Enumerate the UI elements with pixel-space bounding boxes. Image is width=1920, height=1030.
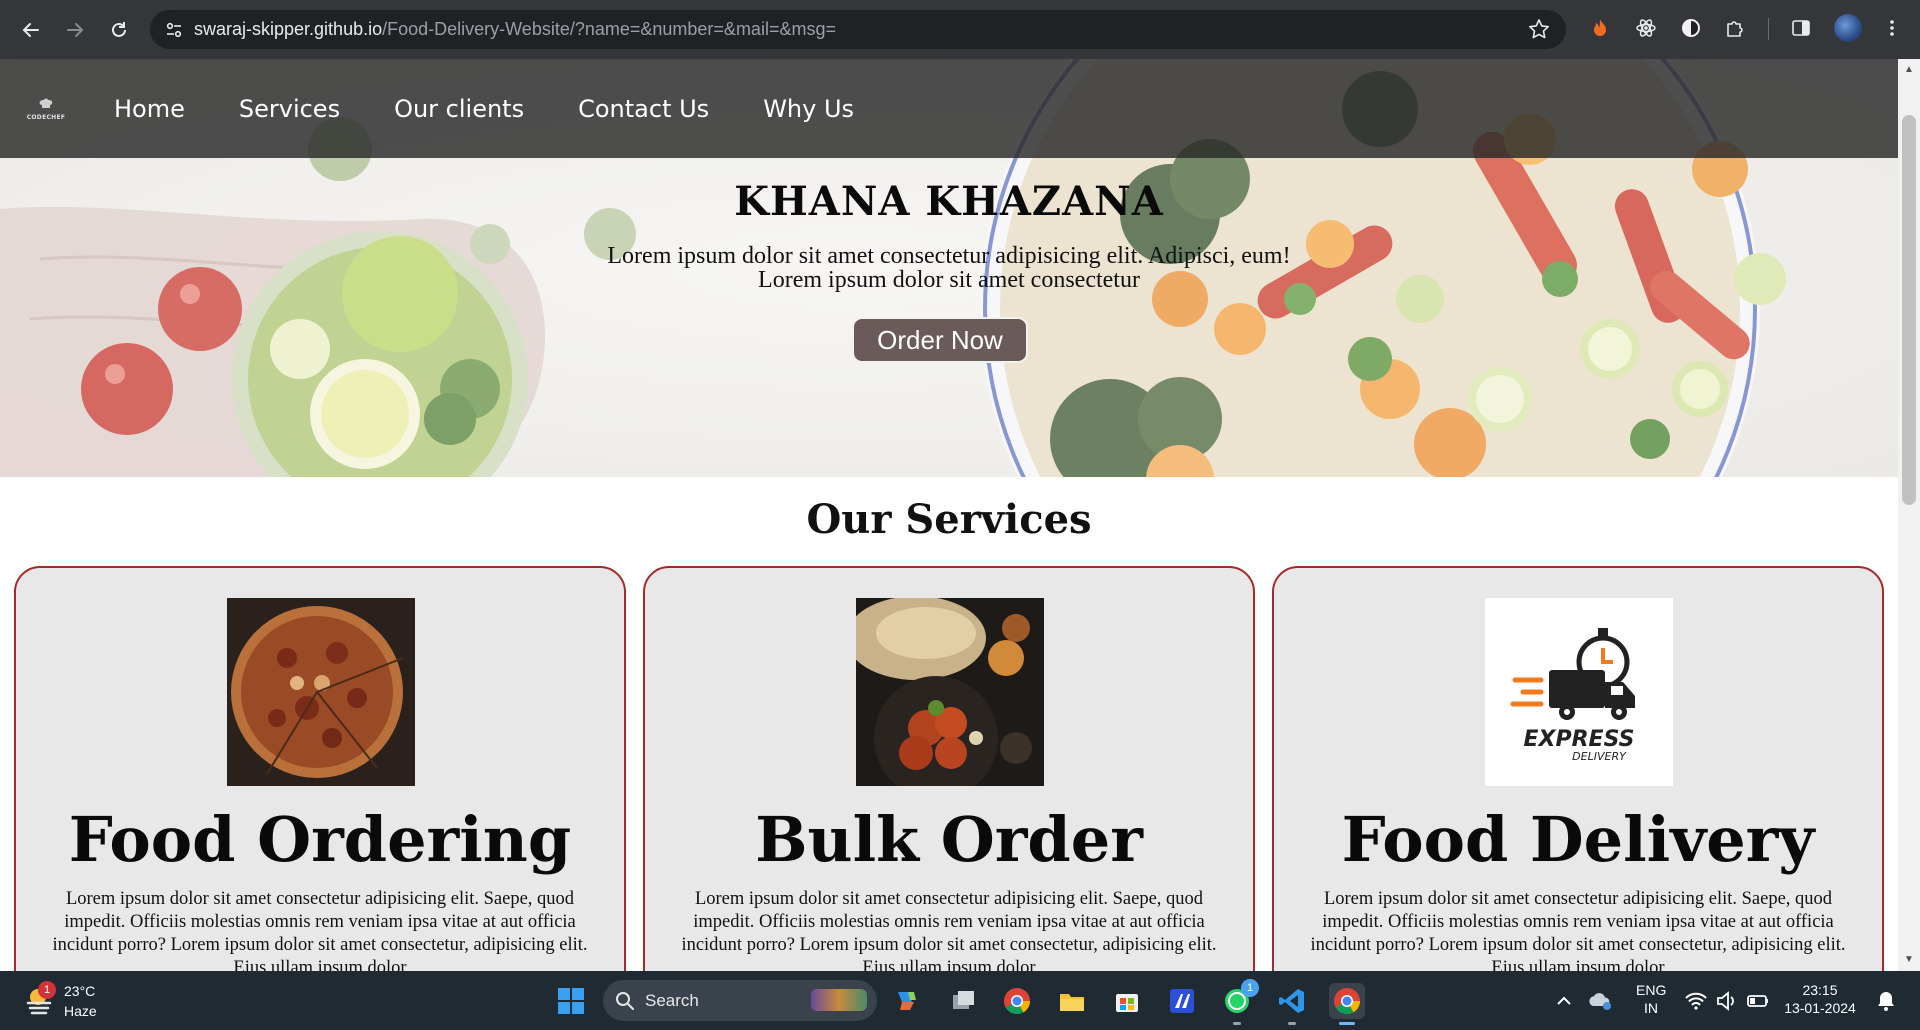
language-code: ENG <box>1636 982 1667 998</box>
running-indicator <box>1288 1022 1296 1025</box>
search-label: Search <box>645 990 699 1010</box>
site-navbar: CODECHEF Home Services Our clients Conta… <box>0 59 1898 158</box>
extensions-puzzle-icon[interactable] <box>1723 16 1747 40</box>
search-highlight-image <box>811 989 867 1011</box>
browser-toolbar: swaraj-skipper.github.io/Food-Delivery-W… <box>0 0 1920 59</box>
running-indicator <box>1233 1022 1241 1025</box>
weather-widget[interactable]: 1 23°C Haze <box>20 979 140 1023</box>
reload-icon <box>112 21 126 37</box>
chrome-app-icon[interactable] <box>999 983 1035 1019</box>
clock[interactable]: 23:15 13-01-2024 <box>1780 981 1860 1017</box>
arrow-left-icon <box>22 22 39 37</box>
search-icon <box>616 991 634 1010</box>
reload-button[interactable] <box>106 17 132 43</box>
notification-bell-icon[interactable] <box>1868 983 1904 1019</box>
url-path: /Food-Delivery-Website/?name=&number=&ma… <box>382 19 836 39</box>
whatsapp-icon[interactable]: 1 <box>1219 979 1259 1025</box>
bookmark-star-icon[interactable] <box>1528 18 1550 40</box>
scroll-down-arrow-icon[interactable]: ▼ <box>1904 955 1914 965</box>
extension-circle-icon[interactable] <box>1679 16 1703 40</box>
windows-taskbar: 1 23°C Haze Search 1 ENG IN 23:15 13-01-… <box>0 971 1920 1030</box>
url-host: swaraj-skipper.github.io <box>194 19 383 39</box>
card-description: Lorem ipsum dolor sit amet consectetur a… <box>681 889 1217 971</box>
nav-link-home[interactable]: Home <box>114 95 185 123</box>
logo-text: CODECHEF <box>26 114 66 121</box>
service-card-food-ordering: Food Ordering Lorem ipsum dolor sit amet… <box>14 566 626 971</box>
language-indicator[interactable]: ENG IN <box>1636 981 1666 1017</box>
extension-react-icon[interactable] <box>1634 16 1658 40</box>
toolbar-separator <box>1768 18 1769 40</box>
pizza-image <box>227 598 415 786</box>
service-card-food-delivery: EXPRESS DELIVERY Food Delivery Lorem ips… <box>1272 566 1884 971</box>
hero-title: KHANA KHAZANA <box>734 178 1164 225</box>
profile-avatar[interactable] <box>1834 14 1862 42</box>
card-title: Food Delivery <box>1341 803 1815 876</box>
services-heading: Our Services <box>806 496 1092 543</box>
battery-icon[interactable] <box>1740 983 1776 1019</box>
express-logo-text: EXPRESS <box>1524 727 1635 752</box>
card-description: Lorem ipsum dolor sit amet consectetur a… <box>52 889 588 971</box>
service-card-bulk-order: Bulk Order Lorem ipsum dolor sit amet co… <box>643 566 1255 971</box>
page-scrollbar[interactable]: ▲ ▼ <box>1898 59 1920 971</box>
arrow-right-icon <box>67 22 84 37</box>
scrollbar-thumb[interactable] <box>1902 115 1916 505</box>
express-logo-subtext: DELIVERY <box>1572 750 1627 763</box>
onedrive-icon[interactable] <box>1583 983 1619 1019</box>
site-info-button[interactable] <box>160 16 188 44</box>
side-panel-icon[interactable] <box>1789 16 1813 40</box>
nav-menu: Home Services Our clients Contact Us Why… <box>114 95 908 123</box>
page-viewport: CODECHEF Home Services Our clients Conta… <box>0 59 1898 971</box>
copilot-icon[interactable] <box>889 983 925 1019</box>
region-code: IN <box>1644 1000 1658 1016</box>
vscode-icon[interactable] <box>1274 983 1310 1025</box>
nav-link-services[interactable]: Services <box>239 95 340 123</box>
forward-button[interactable] <box>62 17 88 43</box>
back-button[interactable] <box>18 17 44 43</box>
clock-date: 13-01-2024 <box>1784 1000 1856 1016</box>
taskbar-search[interactable]: Search <box>603 980 877 1021</box>
order-now-button[interactable]: Order Now <box>852 317 1028 363</box>
weather-temperature: 23°C <box>64 983 96 999</box>
weather-notification-badge: 1 <box>38 981 56 999</box>
card-description: Lorem ipsum dolor sit amet consectetur a… <box>1310 889 1846 971</box>
hero-subtitle-line-2: Lorem ipsum dolor sit amet consectetur <box>758 267 1140 293</box>
extension-fire-icon[interactable] <box>1588 16 1612 40</box>
card-title: Food Ordering <box>68 803 572 876</box>
file-explorer-icon[interactable] <box>1054 983 1090 1019</box>
windows-start-icon[interactable] <box>553 983 589 1019</box>
hero-section: CODECHEF Home Services Our clients Conta… <box>0 59 1898 477</box>
hero-subtitle: Lorem ipsum dolor sit amet consectetur a… <box>0 244 1898 292</box>
address-bar[interactable]: swaraj-skipper.github.io/Food-Delivery-W… <box>150 10 1566 49</box>
scroll-up-arrow-icon[interactable]: ▲ <box>1904 65 1914 75</box>
nav-link-contact-us[interactable]: Contact Us <box>578 95 709 123</box>
show-hidden-icons-chevron-icon[interactable] <box>1546 983 1582 1019</box>
site-logo[interactable]: CODECHEF <box>24 87 68 131</box>
menu-kebab-icon[interactable] <box>1880 16 1904 40</box>
express-delivery-logo: EXPRESS DELIVERY <box>1485 598 1673 786</box>
nav-link-our-clients[interactable]: Our clients <box>394 95 524 123</box>
card-title: Bulk Order <box>755 803 1143 876</box>
active-indicator <box>1339 1022 1355 1025</box>
clock-time: 23:15 <box>1802 982 1838 998</box>
task-view-icon[interactable] <box>945 983 981 1019</box>
url-text[interactable]: swaraj-skipper.github.io/Food-Delivery-W… <box>194 19 836 40</box>
indian-food-image <box>856 598 1044 786</box>
tune-icon <box>166 22 182 37</box>
hero-subtitle-line-1: Lorem ipsum dolor sit amet consectetur a… <box>607 243 1291 269</box>
nav-link-why-us[interactable]: Why Us <box>763 95 854 123</box>
chef-hat-icon <box>39 98 53 108</box>
weather-condition: Haze <box>64 1003 97 1019</box>
chrome-active-icon[interactable] <box>1329 983 1365 1025</box>
app-blue-icon[interactable] <box>1164 983 1200 1019</box>
microsoft-store-icon[interactable] <box>1109 983 1145 1019</box>
whatsapp-badge: 1 <box>1241 979 1259 997</box>
